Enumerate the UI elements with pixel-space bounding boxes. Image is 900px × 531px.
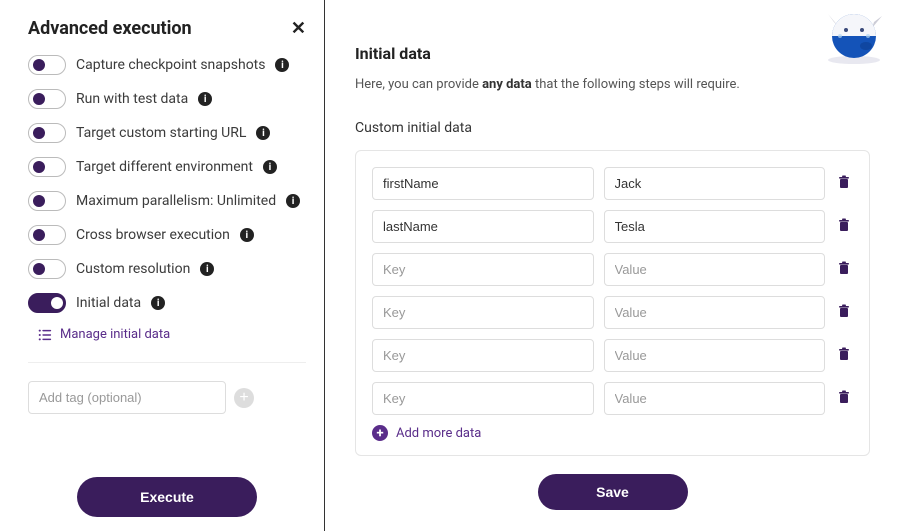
data-key-input[interactable] — [372, 210, 594, 243]
toggle-knob — [33, 93, 45, 105]
delete-row-button[interactable] — [835, 303, 853, 322]
data-row — [372, 210, 853, 243]
add-tag-row: + — [28, 362, 306, 414]
info-icon[interactable]: i — [256, 126, 270, 140]
info-icon[interactable]: i — [151, 296, 165, 310]
data-key-input[interactable] — [372, 339, 594, 372]
save-button[interactable]: Save — [538, 474, 688, 510]
data-row — [372, 382, 853, 415]
info-icon[interactable]: i — [198, 92, 212, 106]
tag-input[interactable] — [28, 381, 226, 414]
data-value-input[interactable] — [604, 253, 826, 286]
toggle-cross-browser-execution[interactable] — [28, 225, 66, 245]
data-row — [372, 339, 853, 372]
trash-icon — [836, 303, 852, 319]
close-button[interactable]: ✕ — [291, 18, 306, 39]
option-label: Run with test data — [76, 91, 188, 107]
add-more-data-button[interactable]: + Add more data — [372, 425, 853, 441]
left-panel: Advanced execution ✕ Capture checkpoint … — [0, 0, 325, 531]
toggle-knob — [33, 161, 45, 173]
info-icon[interactable]: i — [200, 262, 214, 276]
trash-icon — [836, 174, 852, 190]
data-value-input[interactable] — [604, 296, 826, 329]
info-icon[interactable]: i — [263, 160, 277, 174]
option-row: Target custom starting URL i — [28, 123, 306, 143]
option-row: Custom resolution i — [28, 259, 306, 279]
toggle-knob — [33, 229, 45, 241]
toggle-capture-checkpoint-snapshots[interactable] — [28, 55, 66, 75]
toggle-knob — [33, 127, 45, 139]
custom-data-card: + Add more data — [355, 150, 870, 456]
toggle-knob — [33, 195, 45, 207]
right-panel: Initial data Here, you can provide any d… — [325, 0, 900, 531]
option-label: Maximum parallelism: Unlimited — [76, 193, 276, 209]
option-row: Cross browser execution i — [28, 225, 306, 245]
toggle-maximum-parallelism-unlimited[interactable] — [28, 191, 66, 211]
toggle-target-custom-starting-url[interactable] — [28, 123, 66, 143]
data-row — [372, 253, 853, 286]
option-row: Capture checkpoint snapshots i — [28, 55, 306, 75]
option-label: Initial data — [76, 295, 141, 311]
info-icon[interactable]: i — [286, 194, 300, 208]
data-value-input[interactable] — [604, 210, 826, 243]
toggle-knob — [33, 263, 45, 275]
option-label: Capture checkpoint snapshots — [76, 57, 265, 73]
trash-icon — [836, 389, 852, 405]
option-label: Cross browser execution — [76, 227, 230, 243]
info-icon[interactable]: i — [240, 228, 254, 242]
option-row: Target different environment i — [28, 157, 306, 177]
delete-row-button[interactable] — [835, 389, 853, 408]
toggle-knob — [33, 59, 45, 71]
delete-row-button[interactable] — [835, 217, 853, 236]
data-value-input[interactable] — [604, 382, 826, 415]
data-key-input[interactable] — [372, 382, 594, 415]
panel-title: Advanced execution — [28, 18, 192, 39]
initial-data-title: Initial data — [355, 44, 870, 63]
info-icon[interactable]: i — [275, 58, 289, 72]
toggle-initial-data[interactable] — [28, 293, 66, 313]
manage-initial-data-link[interactable]: Manage initial data — [38, 327, 306, 342]
option-label: Target different environment — [76, 159, 253, 175]
data-value-input[interactable] — [604, 339, 826, 372]
option-label: Custom resolution — [76, 261, 190, 277]
options-list: Capture checkpoint snapshotsiRun with te… — [28, 55, 306, 327]
data-key-input[interactable] — [372, 253, 594, 286]
trash-icon — [836, 346, 852, 362]
add-more-label: Add more data — [396, 426, 481, 441]
data-key-input[interactable] — [372, 296, 594, 329]
data-row — [372, 296, 853, 329]
option-row: Initial data i — [28, 293, 306, 313]
plus-icon: + — [239, 389, 248, 407]
initial-data-description: Here, you can provide any data that the … — [355, 77, 870, 92]
add-tag-button[interactable]: + — [234, 388, 254, 408]
custom-initial-data-label: Custom initial data — [355, 120, 870, 136]
toggle-target-different-environment[interactable] — [28, 157, 66, 177]
option-label: Target custom starting URL — [76, 125, 246, 141]
manage-initial-data-label: Manage initial data — [60, 327, 170, 342]
delete-row-button[interactable] — [835, 174, 853, 193]
toggle-run-with-test-data[interactable] — [28, 89, 66, 109]
list-icon — [38, 328, 52, 342]
delete-row-button[interactable] — [835, 346, 853, 365]
panel-header: Advanced execution ✕ — [28, 18, 306, 39]
trash-icon — [836, 217, 852, 233]
option-row: Run with test data i — [28, 89, 306, 109]
toggle-knob — [51, 297, 63, 309]
trash-icon — [836, 260, 852, 276]
delete-row-button[interactable] — [835, 260, 853, 279]
data-value-input[interactable] — [604, 167, 826, 200]
data-key-input[interactable] — [372, 167, 594, 200]
data-row — [372, 167, 853, 200]
close-icon: ✕ — [291, 18, 306, 38]
robot-mascot-icon — [816, 6, 886, 66]
option-row: Maximum parallelism: Unlimited i — [28, 191, 306, 211]
toggle-custom-resolution[interactable] — [28, 259, 66, 279]
plus-circle-icon: + — [372, 425, 388, 441]
execute-button[interactable]: Execute — [77, 477, 257, 517]
